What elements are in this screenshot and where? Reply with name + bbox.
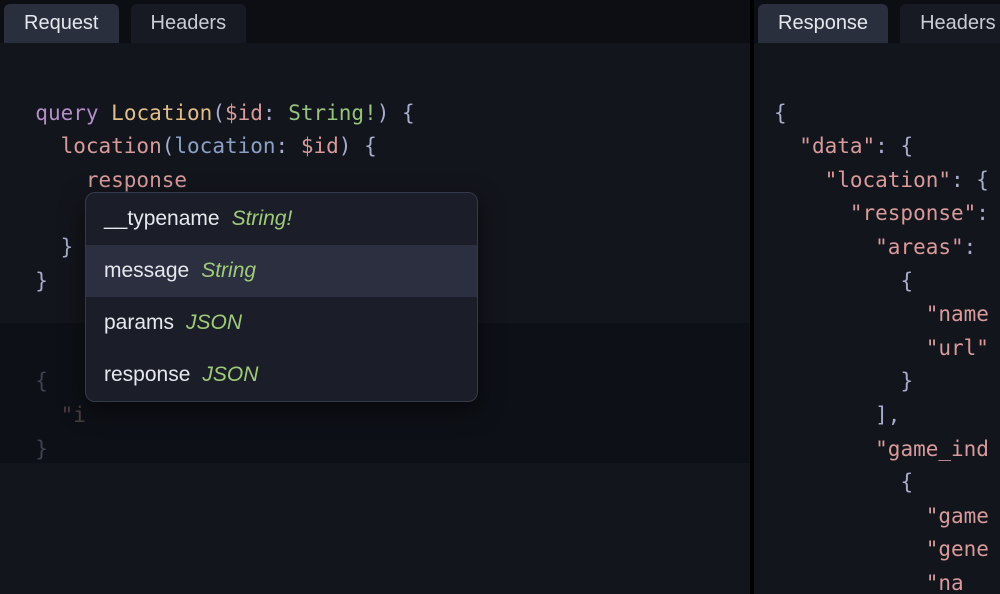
field-response: response bbox=[86, 168, 187, 192]
json-key-gene: "gene bbox=[926, 537, 989, 561]
json-key-game-ind: "game_ind bbox=[875, 437, 989, 461]
json-key-game: "game bbox=[926, 504, 989, 528]
keyword-query: query bbox=[35, 101, 98, 125]
response-pane: Response Headers { "data": { "location":… bbox=[750, 0, 1000, 594]
field-location: location bbox=[61, 134, 162, 158]
response-tabs: Response Headers bbox=[754, 0, 1000, 43]
variables-block: { "i } bbox=[10, 369, 86, 460]
arg-value: $id bbox=[301, 134, 339, 158]
ac-type: JSON bbox=[186, 311, 242, 335]
autocomplete-item-response[interactable]: response JSON bbox=[86, 349, 477, 401]
request-tabs: Request Headers bbox=[0, 0, 750, 43]
tab-response[interactable]: Response bbox=[758, 4, 888, 43]
operation-name: Location bbox=[111, 101, 212, 125]
json-key-name: "name bbox=[926, 302, 989, 326]
json-key-response: "response" bbox=[850, 201, 976, 225]
ac-name: params bbox=[104, 311, 174, 335]
variable-id: $id bbox=[225, 101, 263, 125]
ac-name: message bbox=[104, 259, 189, 283]
autocomplete-item-params[interactable]: params JSON bbox=[86, 297, 477, 349]
json-key-url: "url" bbox=[926, 336, 989, 360]
ac-name: __typename bbox=[104, 207, 220, 231]
request-pane: Request Headers query Location($id: Stri… bbox=[0, 0, 750, 594]
ac-name: response bbox=[104, 363, 190, 387]
response-viewer[interactable]: { "data": { "location": { "response": "a… bbox=[754, 43, 1000, 594]
json-key-areas: "areas" bbox=[875, 235, 964, 259]
tab-request[interactable]: Request bbox=[4, 4, 119, 43]
autocomplete-item-message[interactable]: message String bbox=[86, 245, 477, 297]
tab-headers-left[interactable]: Headers bbox=[131, 4, 247, 43]
tab-headers-right[interactable]: Headers bbox=[900, 4, 1000, 43]
ac-type: String bbox=[201, 259, 256, 283]
autocomplete-popup: __typename String! message String params… bbox=[85, 192, 478, 402]
variable-type: String! bbox=[288, 101, 377, 125]
var-key-partial: "i bbox=[61, 403, 86, 427]
autocomplete-item-typename[interactable]: __typename String! bbox=[86, 193, 477, 245]
json-key-data: "data" bbox=[799, 134, 875, 158]
ac-type: JSON bbox=[202, 363, 258, 387]
json-key-location: "location" bbox=[825, 168, 951, 192]
arg-location: location bbox=[174, 134, 275, 158]
ac-type: String! bbox=[232, 207, 293, 231]
json-key-na: "na bbox=[926, 571, 964, 594]
